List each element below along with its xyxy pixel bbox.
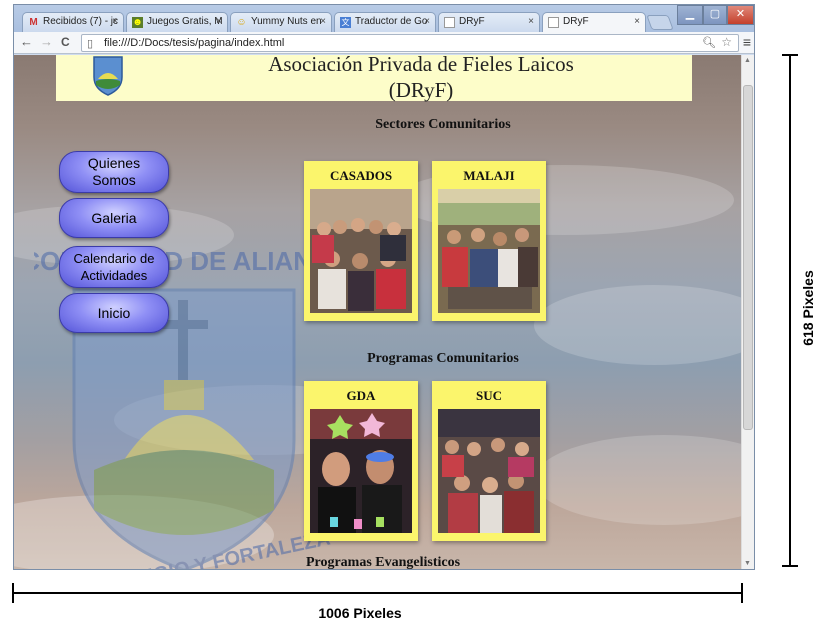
dimension-cap bbox=[782, 565, 798, 567]
section-heading-programas: Programas Comunitarios bbox=[367, 351, 519, 366]
card-label: CASADOS bbox=[329, 168, 393, 183]
scroll-up-arrow-icon[interactable]: ▲ bbox=[744, 57, 751, 64]
smiley-icon: ☺ bbox=[236, 17, 247, 28]
scroll-down-arrow-icon[interactable]: ▼ bbox=[744, 560, 751, 567]
tab-label: Recibidos (7) - jc bbox=[43, 16, 119, 27]
page-icon bbox=[444, 17, 455, 28]
width-dimension-line bbox=[13, 592, 743, 594]
close-icon[interactable]: × bbox=[528, 16, 534, 27]
dimension-cap bbox=[741, 583, 743, 603]
card-gda[interactable]: GDA bbox=[304, 381, 418, 541]
site-logo bbox=[93, 56, 123, 96]
tab-dryf-active[interactable]: DRyF × bbox=[542, 12, 646, 32]
nav-label: Calendario de bbox=[73, 251, 155, 266]
group-photo bbox=[310, 189, 412, 313]
height-label: 618 Pixeles bbox=[800, 270, 814, 346]
gmail-icon: M bbox=[29, 17, 38, 28]
dimension-cap bbox=[782, 54, 798, 56]
tab-juegos[interactable]: ☻ Juegos Gratis, M × bbox=[126, 12, 228, 32]
url-text: file:///D:/Docs/tesis/pagina/index.html bbox=[104, 37, 285, 49]
height-dimension-line bbox=[789, 54, 791, 566]
zoom-icon[interactable]: 🔍︎ bbox=[702, 36, 716, 49]
close-icon[interactable]: × bbox=[424, 16, 430, 27]
nav-inicio-button[interactable]: Inicio bbox=[59, 293, 169, 333]
close-icon[interactable]: × bbox=[634, 16, 640, 27]
site-title-line1: Asociación Privada de Fieles Laicos bbox=[268, 55, 574, 76]
page-icon: ▯ bbox=[87, 38, 94, 50]
back-button[interactable]: ← bbox=[20, 34, 33, 49]
tab-gmail[interactable]: M Recibidos (7) - jc × bbox=[22, 12, 124, 32]
card-casados[interactable]: CASADOS bbox=[304, 161, 418, 321]
nav-label: Galeria bbox=[91, 210, 137, 226]
nav-label: Inicio bbox=[97, 305, 131, 321]
menu-button[interactable]: ≡ bbox=[743, 34, 751, 50]
address-bar[interactable]: ▯ file:///D:/Docs/tesis/pagina/index.htm… bbox=[81, 34, 739, 52]
tab-yummy[interactable]: ☺ Yummy Nuts en × bbox=[230, 12, 332, 32]
site-header: Asociación Privada de Fieles Laicos (DRy… bbox=[56, 55, 692, 103]
close-icon[interactable]: × bbox=[112, 16, 118, 27]
close-window-button[interactable]: ✕ bbox=[727, 5, 754, 25]
card-suc[interactable]: SUC bbox=[432, 381, 546, 541]
card-label: MALAJI bbox=[463, 168, 515, 183]
game-icon: ☻ bbox=[132, 17, 143, 28]
nav-label: Quienes bbox=[87, 155, 141, 171]
tab-label: DRyF bbox=[459, 16, 485, 27]
browser-window: M Recibidos (7) - jc × ☻ Juegos Gratis, … bbox=[13, 4, 755, 570]
group-photo bbox=[438, 409, 540, 533]
tab-label: Juegos Gratis, M bbox=[147, 16, 223, 27]
section-heading-sectores: Sectores Comunitarios bbox=[375, 117, 511, 132]
site-title: Asociación Privada de Fieles Laicos (DRy… bbox=[196, 55, 646, 103]
tab-label: Traductor de Go bbox=[355, 16, 428, 27]
group-photo bbox=[310, 409, 412, 533]
nav-label: Somos bbox=[92, 172, 136, 188]
cloud-shape bbox=[534, 435, 741, 525]
close-icon[interactable]: × bbox=[320, 16, 326, 27]
bookmark-star-icon[interactable]: ☆ bbox=[721, 35, 732, 49]
scrollbar-thumb[interactable] bbox=[743, 85, 753, 430]
nav-galeria-button[interactable]: Galeria bbox=[59, 198, 169, 238]
screenshot-root: M Recibidos (7) - jc × ☻ Juegos Gratis, … bbox=[0, 0, 814, 624]
card-label: SUC bbox=[475, 388, 502, 403]
card-label: GDA bbox=[346, 388, 376, 403]
minimize-button[interactable]: ▁ bbox=[677, 5, 703, 25]
tab-traductor[interactable]: 文 Traductor de Go × bbox=[334, 12, 436, 32]
close-icon[interactable]: × bbox=[216, 16, 222, 27]
nav-quienes-somos-button[interactable]: Quienes Somos bbox=[59, 151, 169, 193]
dimension-cap bbox=[12, 583, 14, 603]
tab-bar: M Recibidos (7) - jc × ☻ Juegos Gratis, … bbox=[14, 5, 754, 32]
tab-label: DRyF bbox=[563, 16, 589, 27]
page-icon bbox=[548, 17, 559, 28]
nav-calendario-button[interactable]: Calendario de Actividades bbox=[59, 246, 169, 288]
tab-dryf-1[interactable]: DRyF × bbox=[438, 12, 540, 32]
reload-button[interactable]: C bbox=[61, 35, 70, 49]
vertical-scrollbar[interactable]: ▲ ▼ bbox=[741, 55, 754, 569]
width-label: 1006 Pixeles bbox=[318, 605, 402, 621]
nav-label: Actividades bbox=[80, 268, 148, 283]
page-viewport: COMUNIDAD DE ALIANZA DIOS, REFUGIO Y FOR… bbox=[14, 55, 741, 569]
browser-toolbar: ← → C ▯ file:///D:/Docs/tesis/pagina/ind… bbox=[14, 32, 754, 54]
new-tab-button[interactable] bbox=[646, 15, 674, 30]
section-heading-evangelisticos: Programas Evangelisticos bbox=[305, 555, 461, 569]
translate-icon: 文 bbox=[340, 17, 351, 28]
tab-label: Yummy Nuts en bbox=[251, 16, 322, 27]
forward-button[interactable]: → bbox=[40, 34, 53, 49]
maximize-button[interactable]: ▢ bbox=[703, 5, 727, 25]
group-photo bbox=[438, 189, 540, 313]
site-title-line2: (DRyF) bbox=[388, 78, 454, 102]
card-malaji[interactable]: MALAJI bbox=[432, 161, 546, 321]
